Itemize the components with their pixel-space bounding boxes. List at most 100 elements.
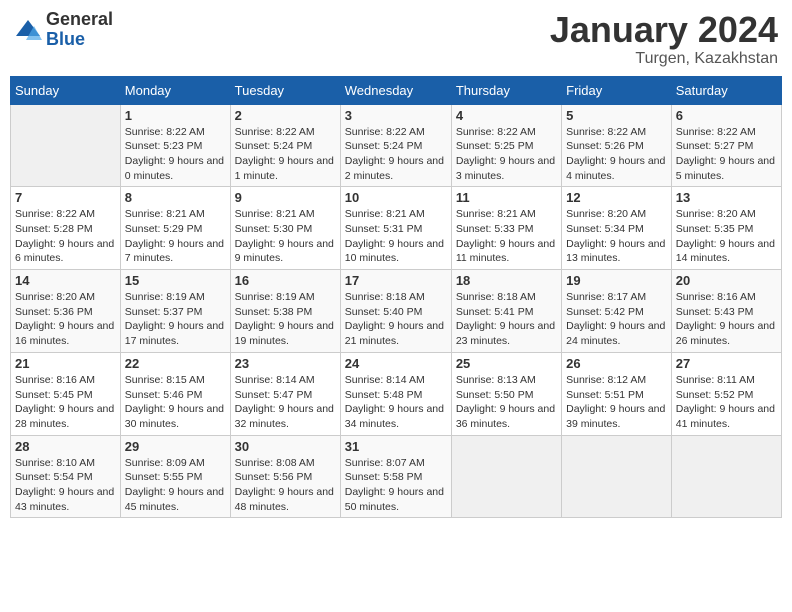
day-number: 10 xyxy=(345,190,447,205)
calendar-cell: 21Sunrise: 8:16 AMSunset: 5:45 PMDayligh… xyxy=(11,352,121,435)
day-info: Sunrise: 8:14 AMSunset: 5:47 PMDaylight:… xyxy=(235,373,336,432)
calendar-cell: 7 Sunrise: 8:22 AMSunset: 5:28 PMDaylight… xyxy=(11,187,121,270)
day-info: Sunrise: 8:12 AMSunset: 5:51 PMDaylight:… xyxy=(566,373,667,432)
day-info: Sunrise: 8:19 AMSunset: 5:37 PMDaylight:… xyxy=(125,290,226,349)
day-info: Sunrise: 8:20 AMSunset: 5:35 PMDaylight:… xyxy=(676,207,777,266)
day-number: 28 xyxy=(15,439,116,454)
day-info: Sunrise: 8:22 AMSunset: 5:23 PMDaylight:… xyxy=(125,125,226,184)
calendar-cell: 29 Sunrise: 8:09 AMSunset: 5:55 PMDayligh… xyxy=(120,435,230,518)
day-info: Sunrise: 8:21 AMSunset: 5:30 PMDaylight:… xyxy=(235,207,336,266)
day-info: Sunrise: 8:18 AMSunset: 5:40 PMDaylight:… xyxy=(345,290,447,349)
calendar-cell: 5 Sunrise: 8:22 AMSunset: 5:26 PMDaylight… xyxy=(562,104,672,187)
calendar-cell xyxy=(11,104,121,187)
day-number: 4 xyxy=(456,108,557,123)
calendar-cell: 25 Sunrise: 8:13 AMSunset: 5:50 PMDayligh… xyxy=(451,352,561,435)
day-number: 6 xyxy=(676,108,777,123)
day-number: 18 xyxy=(456,273,557,288)
calendar-week-row: 28 Sunrise: 8:10 AMSunset: 5:54 PMDayligh… xyxy=(11,435,782,518)
day-number: 31 xyxy=(345,439,447,454)
calendar-week-row: 1 Sunrise: 8:22 AMSunset: 5:23 PMDaylight… xyxy=(11,104,782,187)
calendar-cell: 26 Sunrise: 8:12 AMSunset: 5:51 PMDayligh… xyxy=(562,352,672,435)
day-info: Sunrise: 8:10 AMSunset: 5:54 PMDaylight:… xyxy=(15,456,116,515)
day-info: Sunrise: 8:11 AMSunset: 5:52 PMDaylight:… xyxy=(676,373,777,432)
calendar-cell: 23 Sunrise: 8:14 AMSunset: 5:47 PMDayligh… xyxy=(230,352,340,435)
day-info: Sunrise: 8:21 AMSunset: 5:31 PMDaylight:… xyxy=(345,207,447,266)
calendar-cell: 20 Sunrise: 8:16 AMSunset: 5:43 PMDayligh… xyxy=(671,270,781,353)
day-number: 23 xyxy=(235,356,336,371)
weekday-header-row: SundayMondayTuesdayWednesdayThursdayFrid… xyxy=(11,76,782,104)
day-info: Sunrise: 8:17 AMSunset: 5:42 PMDaylight:… xyxy=(566,290,667,349)
calendar-cell: 18 Sunrise: 8:18 AMSunset: 5:41 PMDayligh… xyxy=(451,270,561,353)
logo-text: General Blue xyxy=(46,10,113,50)
day-number: 9 xyxy=(235,190,336,205)
weekday-header: Monday xyxy=(120,76,230,104)
day-info: Sunrise: 8:16 AMSunset: 5:43 PMDaylight:… xyxy=(676,290,777,349)
page-header: General Blue January 2024 Turgen, Kazakh… xyxy=(10,10,782,68)
day-number: 22 xyxy=(125,356,226,371)
day-number: 7 xyxy=(15,190,116,205)
calendar-cell xyxy=(562,435,672,518)
day-number: 11 xyxy=(456,190,557,205)
day-number: 19 xyxy=(566,273,667,288)
calendar-cell: 3 Sunrise: 8:22 AMSunset: 5:24 PMDaylight… xyxy=(340,104,451,187)
logo: General Blue xyxy=(14,10,113,50)
day-info: Sunrise: 8:07 AMSunset: 5:58 PMDaylight:… xyxy=(345,456,447,515)
calendar-subtitle: Turgen, Kazakhstan xyxy=(550,50,778,68)
day-number: 25 xyxy=(456,356,557,371)
calendar-cell: 8 Sunrise: 8:21 AMSunset: 5:29 PMDaylight… xyxy=(120,187,230,270)
calendar-cell: 2 Sunrise: 8:22 AMSunset: 5:24 PMDaylight… xyxy=(230,104,340,187)
calendar-cell: 13 Sunrise: 8:20 AMSunset: 5:35 PMDayligh… xyxy=(671,187,781,270)
day-info: Sunrise: 8:22 AMSunset: 5:27 PMDaylight:… xyxy=(676,125,777,184)
calendar-cell: 6 Sunrise: 8:22 AMSunset: 5:27 PMDaylight… xyxy=(671,104,781,187)
calendar-cell: 24Sunrise: 8:14 AMSunset: 5:48 PMDayligh… xyxy=(340,352,451,435)
day-info: Sunrise: 8:22 AMSunset: 5:25 PMDaylight:… xyxy=(456,125,557,184)
day-number: 3 xyxy=(345,108,447,123)
calendar-week-row: 21Sunrise: 8:16 AMSunset: 5:45 PMDayligh… xyxy=(11,352,782,435)
day-info: Sunrise: 8:21 AMSunset: 5:29 PMDaylight:… xyxy=(125,207,226,266)
weekday-header: Saturday xyxy=(671,76,781,104)
weekday-header: Wednesday xyxy=(340,76,451,104)
calendar-cell xyxy=(671,435,781,518)
day-number: 8 xyxy=(125,190,226,205)
day-number: 15 xyxy=(125,273,226,288)
day-number: 16 xyxy=(235,273,336,288)
day-number: 14 xyxy=(15,273,116,288)
day-number: 2 xyxy=(235,108,336,123)
calendar-cell: 12Sunrise: 8:20 AMSunset: 5:34 PMDayligh… xyxy=(562,187,672,270)
day-number: 20 xyxy=(676,273,777,288)
calendar-cell: 10 Sunrise: 8:21 AMSunset: 5:31 PMDayligh… xyxy=(340,187,451,270)
calendar-cell: 1 Sunrise: 8:22 AMSunset: 5:23 PMDaylight… xyxy=(120,104,230,187)
calendar-cell: 17 Sunrise: 8:18 AMSunset: 5:40 PMDayligh… xyxy=(340,270,451,353)
calendar-week-row: 7 Sunrise: 8:22 AMSunset: 5:28 PMDaylight… xyxy=(11,187,782,270)
calendar-cell: 4 Sunrise: 8:22 AMSunset: 5:25 PMDaylight… xyxy=(451,104,561,187)
calendar-cell: 16Sunrise: 8:19 AMSunset: 5:38 PMDayligh… xyxy=(230,270,340,353)
day-info: Sunrise: 8:09 AMSunset: 5:55 PMDaylight:… xyxy=(125,456,226,515)
calendar-cell xyxy=(451,435,561,518)
day-info: Sunrise: 8:22 AMSunset: 5:24 PMDaylight:… xyxy=(235,125,336,184)
calendar-cell: 19 Sunrise: 8:17 AMSunset: 5:42 PMDayligh… xyxy=(562,270,672,353)
day-info: Sunrise: 8:13 AMSunset: 5:50 PMDaylight:… xyxy=(456,373,557,432)
day-info: Sunrise: 8:22 AMSunset: 5:28 PMDaylight:… xyxy=(15,207,116,266)
day-number: 26 xyxy=(566,356,667,371)
calendar-table: SundayMondayTuesdayWednesdayThursdayFrid… xyxy=(10,76,782,519)
day-number: 5 xyxy=(566,108,667,123)
day-info: Sunrise: 8:22 AMSunset: 5:26 PMDaylight:… xyxy=(566,125,667,184)
day-number: 17 xyxy=(345,273,447,288)
day-info: Sunrise: 8:21 AMSunset: 5:33 PMDaylight:… xyxy=(456,207,557,266)
title-block: January 2024 Turgen, Kazakhstan xyxy=(550,10,778,68)
day-info: Sunrise: 8:20 AMSunset: 5:34 PMDaylight:… xyxy=(566,207,667,266)
day-number: 27 xyxy=(676,356,777,371)
day-number: 29 xyxy=(125,439,226,454)
day-number: 1 xyxy=(125,108,226,123)
day-info: Sunrise: 8:15 AMSunset: 5:46 PMDaylight:… xyxy=(125,373,226,432)
day-number: 13 xyxy=(676,190,777,205)
day-info: Sunrise: 8:20 AMSunset: 5:36 PMDaylight:… xyxy=(15,290,116,349)
weekday-header: Tuesday xyxy=(230,76,340,104)
day-info: Sunrise: 8:22 AMSunset: 5:24 PMDaylight:… xyxy=(345,125,447,184)
day-info: Sunrise: 8:08 AMSunset: 5:56 PMDaylight:… xyxy=(235,456,336,515)
day-info: Sunrise: 8:18 AMSunset: 5:41 PMDaylight:… xyxy=(456,290,557,349)
logo-general-text: General xyxy=(46,10,113,30)
logo-icon xyxy=(14,16,42,44)
day-number: 24 xyxy=(345,356,447,371)
logo-blue-text: Blue xyxy=(46,30,113,50)
